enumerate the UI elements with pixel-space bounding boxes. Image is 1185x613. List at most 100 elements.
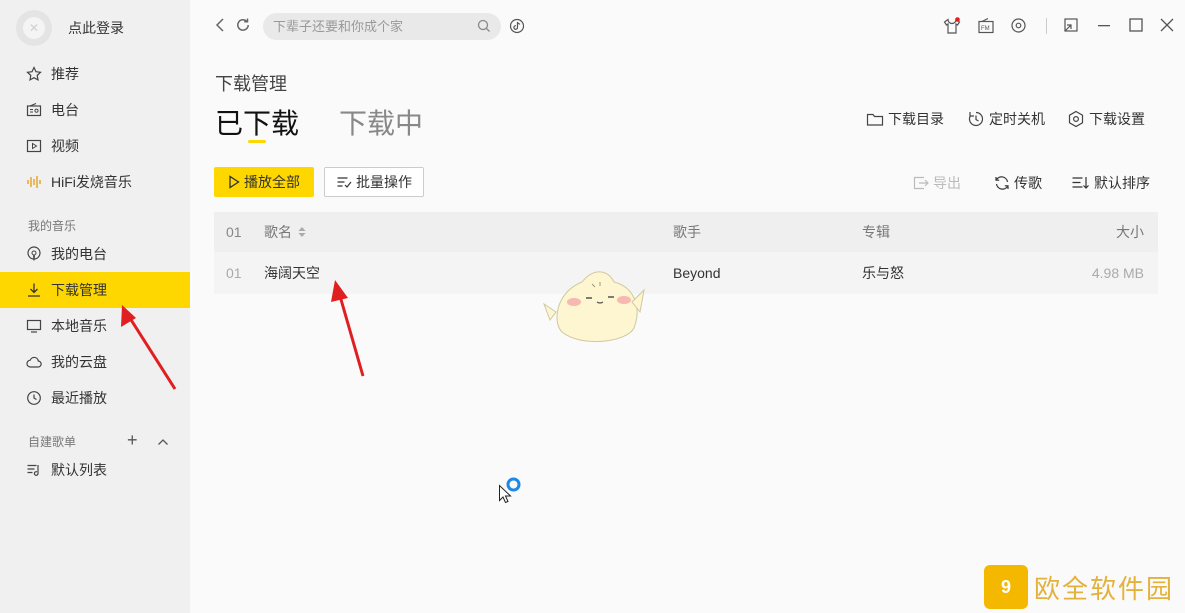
sidebar-item-label: 推荐 bbox=[51, 66, 79, 82]
row-artist[interactable]: Beyond bbox=[673, 252, 720, 294]
default-sort-button[interactable]: 默认排序 bbox=[1071, 173, 1150, 193]
soundwave-icon bbox=[25, 173, 43, 191]
sidebar-item-label: HiFi发烧音乐 bbox=[51, 174, 132, 190]
row-album[interactable]: 乐与怒 bbox=[862, 252, 904, 294]
batch-operation-button[interactable]: 批量操作 bbox=[324, 167, 424, 197]
avatar-logo-icon: ✕ bbox=[23, 17, 45, 39]
nav-my-music: 我的电台 下载管理 本地音乐 我的云盘 最近播放 bbox=[0, 236, 190, 416]
sidebar-item-label: 视频 bbox=[51, 138, 79, 154]
back-icon[interactable] bbox=[213, 17, 227, 36]
star-icon bbox=[25, 65, 43, 83]
login-area[interactable]: ✕ 点此登录 bbox=[16, 10, 124, 46]
timer-icon bbox=[968, 111, 984, 127]
timer-shutdown-button[interactable]: 定时关机 bbox=[967, 109, 1045, 129]
table-row[interactable]: 01 海阔天空 Beyond 乐与怒 4.98 MB bbox=[214, 252, 1158, 294]
download-icon bbox=[25, 281, 43, 299]
monitor-icon bbox=[25, 317, 43, 335]
header-index: 01 bbox=[226, 224, 242, 240]
header-size[interactable]: 大小 bbox=[1116, 212, 1144, 252]
transfer-songs-label: 传歌 bbox=[1014, 175, 1042, 191]
song-table: 01 歌名 歌手 专辑 大小 01 海阔天空 Beyond 乐与怒 4.98 M… bbox=[214, 212, 1158, 294]
sidebar-item-download-manager[interactable]: 下载管理 bbox=[0, 272, 190, 308]
sidebar-item-default-playlist[interactable]: 默认列表 bbox=[0, 452, 190, 488]
watermark-text: 欧全软件园 bbox=[1034, 573, 1175, 604]
svg-text:FM: FM bbox=[981, 26, 990, 32]
header-artist[interactable]: 歌手 bbox=[673, 212, 701, 252]
play-all-button[interactable]: 播放全部 bbox=[214, 167, 314, 197]
watermark: 9 欧全软件园 bbox=[984, 564, 1174, 610]
sort-arrows-icon bbox=[298, 227, 306, 237]
playlist-section-label: 自建歌单 bbox=[28, 435, 77, 449]
sidebar-item-radio[interactable]: 电台 bbox=[0, 92, 190, 128]
download-folder-label: 下载目录 bbox=[888, 111, 944, 127]
clock-icon bbox=[25, 389, 43, 407]
close-icon[interactable] bbox=[1159, 17, 1175, 36]
export-icon bbox=[913, 176, 929, 190]
default-sort-label: 默认排序 bbox=[1094, 175, 1150, 191]
main-content: 下载管理 已下载 下载中 下载目录 定时关机 下载设置 播放全部 批量操作 导出… bbox=[121, 54, 1185, 613]
tab-downloading[interactable]: 下载中 bbox=[339, 102, 423, 142]
tab-active-indicator bbox=[248, 140, 266, 143]
divider bbox=[1046, 18, 1048, 37]
podcast-icon bbox=[25, 245, 43, 263]
collapse-icon[interactable] bbox=[157, 433, 169, 451]
login-link[interactable]: 点此登录 bbox=[68, 18, 124, 38]
row-song-name[interactable]: 海阔天空 bbox=[264, 252, 320, 294]
transfer-songs-button[interactable]: 传歌 bbox=[993, 173, 1042, 193]
watermark-logo-icon: 9 bbox=[984, 565, 1028, 609]
maximize-icon[interactable] bbox=[1128, 17, 1144, 36]
sidebar-item-label: 电台 bbox=[51, 102, 79, 118]
skin-shirt-icon[interactable] bbox=[943, 17, 961, 38]
mini-mode-icon[interactable] bbox=[1063, 17, 1079, 36]
sidebar-item-recent[interactable]: 最近播放 bbox=[0, 380, 190, 416]
cloud-icon bbox=[25, 353, 43, 371]
sidebar-item-label: 我的云盘 bbox=[51, 354, 107, 370]
header-song-name[interactable]: 歌名 bbox=[264, 212, 307, 252]
sidebar-item-video[interactable]: 视频 bbox=[0, 128, 190, 164]
header-song-name-label: 歌名 bbox=[264, 224, 292, 240]
download-folder-button[interactable]: 下载目录 bbox=[866, 109, 944, 129]
add-playlist-icon[interactable]: + bbox=[127, 431, 138, 449]
fm-radio-icon[interactable]: FM bbox=[977, 17, 995, 38]
search-icon[interactable] bbox=[477, 19, 491, 36]
folder-icon bbox=[866, 113, 884, 126]
sidebar-item-hifi[interactable]: HiFi发烧音乐 bbox=[0, 164, 190, 200]
minimize-icon[interactable] bbox=[1096, 17, 1112, 36]
row-index: 01 bbox=[226, 265, 242, 281]
play-all-label: 播放全部 bbox=[244, 174, 300, 190]
sort-icon bbox=[1072, 177, 1089, 189]
export-button[interactable]: 导出 bbox=[912, 173, 961, 193]
sidebar-item-local-music[interactable]: 本地音乐 bbox=[0, 308, 190, 344]
header-album[interactable]: 专辑 bbox=[862, 212, 890, 252]
search-input[interactable] bbox=[273, 13, 473, 40]
nav-playlists: 默认列表 bbox=[0, 452, 190, 488]
batch-operation-label: 批量操作 bbox=[356, 174, 412, 190]
row-size: 4.98 MB bbox=[1091, 265, 1144, 281]
sidebar-item-label: 我的电台 bbox=[51, 246, 107, 262]
sync-icon bbox=[995, 176, 1009, 190]
sidebar-item-label: 下载管理 bbox=[51, 282, 107, 298]
radio-icon bbox=[25, 101, 43, 119]
avatar[interactable]: ✕ bbox=[16, 10, 52, 46]
page-title: 下载管理 bbox=[215, 74, 287, 94]
download-settings-button[interactable]: 下载设置 bbox=[1067, 109, 1145, 129]
mascot-illustration bbox=[542, 271, 645, 343]
sidebar-item-recommend[interactable]: 推荐 bbox=[0, 56, 190, 92]
tiktok-icon[interactable] bbox=[509, 18, 525, 37]
tab-downloaded[interactable]: 已下载 bbox=[215, 102, 299, 142]
batch-list-icon bbox=[337, 177, 352, 188]
video-icon bbox=[25, 137, 43, 155]
loading-cursor-icon bbox=[499, 477, 521, 504]
sidebar-item-cloud[interactable]: 我的云盘 bbox=[0, 344, 190, 380]
play-icon bbox=[229, 175, 240, 189]
sidebar: ✕ 点此登录 推荐 电台 视频 HiFi发烧音乐 我的音乐 我的电台 下载管理 bbox=[0, 0, 190, 613]
search-box[interactable] bbox=[263, 13, 501, 40]
sidebar-item-label: 最近播放 bbox=[51, 390, 107, 406]
sidebar-item-my-radio[interactable]: 我的电台 bbox=[0, 236, 190, 272]
settings-gear-icon[interactable] bbox=[1010, 17, 1027, 37]
sidebar-item-label: 默认列表 bbox=[51, 462, 107, 478]
refresh-icon[interactable] bbox=[235, 17, 251, 36]
sidebar-item-label: 本地音乐 bbox=[51, 318, 107, 334]
table-header: 01 歌名 歌手 专辑 大小 bbox=[214, 212, 1158, 252]
playlist-icon bbox=[25, 461, 43, 479]
